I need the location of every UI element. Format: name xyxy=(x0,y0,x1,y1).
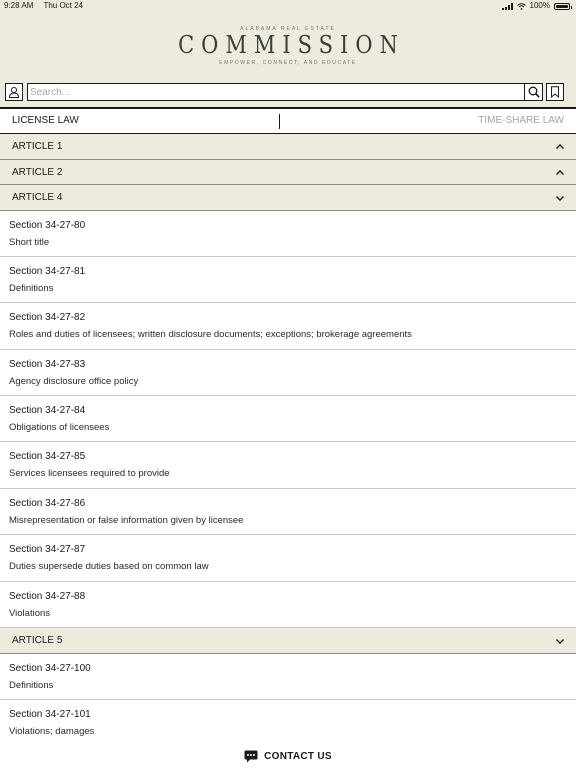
section-title: Violations xyxy=(9,607,51,619)
user-icon xyxy=(8,87,20,98)
status-time: 9:28 AM xyxy=(4,1,34,10)
commission-logo[interactable]: ALABAMA REAL ESTATE COMMISSION EMPOWER, … xyxy=(0,26,576,66)
tab-divider xyxy=(279,114,280,129)
section-title: Services licensees required to provide xyxy=(9,468,170,480)
section-number: Section 34-27-84 xyxy=(9,405,86,417)
chat-bubble-icon xyxy=(244,750,258,762)
section-row[interactable]: Section 34-27-87 Duties supersede duties… xyxy=(0,535,576,582)
section-row[interactable]: Section 34-27-86 Misrepresentation or fa… xyxy=(0,488,576,536)
search-button[interactable] xyxy=(524,84,542,100)
header: ALABAMA REAL ESTATE COMMISSION EMPOWER, … xyxy=(0,12,576,107)
battery-icon xyxy=(554,2,572,10)
section-number: Section 34-27-83 xyxy=(9,358,86,370)
search-input[interactable] xyxy=(28,84,524,100)
section-row[interactable]: Section 34-27-82 Roles and duties of lic… xyxy=(0,303,576,350)
status-bar: 9:28 AM Thu Oct 24 100% xyxy=(0,0,576,12)
section-row[interactable]: Section 34-27-85 Services licensees requ… xyxy=(0,442,576,489)
chevron-up-icon xyxy=(556,144,564,149)
section-number: Section 34-27-88 xyxy=(9,590,86,602)
section-title: Duties supersede duties based on common … xyxy=(9,561,209,573)
section-number: Section 34-27-101 xyxy=(9,708,91,720)
section-title: Definitions xyxy=(9,679,54,691)
section-title: Roles and duties of licensees; written d… xyxy=(9,329,412,341)
status-left: 9:28 AM Thu Oct 24 xyxy=(4,0,91,12)
chevron-down-icon xyxy=(556,639,564,645)
section-row[interactable]: Section 34-27-83 Agency disclosure offic… xyxy=(0,349,576,397)
section-title: Misrepresentation or false information g… xyxy=(9,514,244,526)
search-icon xyxy=(528,86,540,98)
article-header[interactable]: ARTICLE 2 xyxy=(0,159,576,185)
contact-us-label: CONTACT US xyxy=(264,750,332,762)
article-label: ARTICLE 2 xyxy=(12,166,63,178)
section-number: Section 34-27-85 xyxy=(9,451,86,463)
section-row[interactable]: Section 34-27-81 Definitions xyxy=(0,256,576,304)
article-header[interactable]: ARTICLE 5 xyxy=(0,628,576,654)
law-tabs: LICENSE LAW TIME-SHARE LAW xyxy=(0,107,576,134)
law-article-list: ARTICLE 1 ARTICLE 2 ARTICLE 4 Section 34… xyxy=(0,134,576,747)
bookmark-icon xyxy=(551,86,559,98)
bookmarks-button[interactable] xyxy=(546,83,564,101)
section-number: Section 34-27-86 xyxy=(9,497,86,509)
section-row[interactable]: Section 34-27-88 Violations xyxy=(0,581,576,629)
logo-tagline: EMPOWER, CONNECT, AND EDUCATE xyxy=(219,60,357,66)
section-row[interactable]: Section 34-27-100 Definitions xyxy=(0,653,576,700)
tab-time-share-law[interactable]: TIME-SHARE LAW xyxy=(478,109,564,133)
tab-license-law[interactable]: LICENSE LAW xyxy=(12,109,79,133)
chevron-down-icon xyxy=(556,196,564,201)
section-number: Section 34-27-80 xyxy=(9,219,86,231)
section-row[interactable]: Section 34-27-101 Violations; damages xyxy=(0,699,576,747)
section-title: Short title xyxy=(9,236,50,248)
article-label: ARTICLE 4 xyxy=(12,192,63,203)
article-header[interactable]: ARTICLE 4 xyxy=(0,185,576,211)
section-row[interactable]: Section 34-27-80 Short title xyxy=(0,210,576,257)
contact-us-button[interactable]: CONTACT US xyxy=(0,744,576,768)
account-button[interactable] xyxy=(5,83,23,101)
article-label: ARTICLE 1 xyxy=(12,141,63,152)
status-right: 100% xyxy=(501,0,572,12)
article-header[interactable]: ARTICLE 1 xyxy=(0,134,576,160)
section-number: Section 34-27-81 xyxy=(9,265,86,277)
section-title: Violations; damages xyxy=(9,725,95,737)
cellular-signal-icon xyxy=(501,2,513,10)
section-row[interactable]: Section 34-27-84 Obligations of licensee… xyxy=(0,396,576,443)
article-label: ARTICLE 5 xyxy=(12,635,63,647)
section-title: Agency disclosure office policy xyxy=(9,375,139,387)
search-bar xyxy=(27,83,543,101)
section-number: Section 34-27-82 xyxy=(9,312,86,324)
battery-percent: 100% xyxy=(529,1,550,10)
chevron-up-icon xyxy=(556,169,564,175)
wifi-icon xyxy=(516,2,526,10)
section-number: Section 34-27-100 xyxy=(9,662,91,674)
section-title: Definitions xyxy=(9,282,54,294)
section-number: Section 34-27-87 xyxy=(9,544,86,556)
status-date: Thu Oct 24 xyxy=(43,1,84,10)
logo-main-text: COMMISSION xyxy=(178,31,405,59)
section-title: Obligations of licensees xyxy=(9,422,110,434)
